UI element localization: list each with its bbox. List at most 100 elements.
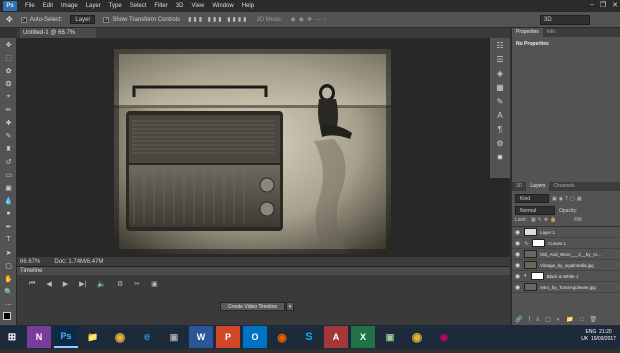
layer-row[interactable]: ◉ Layer 1	[512, 227, 620, 238]
quick-select-tool-icon[interactable]: ❂	[0, 77, 17, 90]
word-icon[interactable]: W	[189, 326, 213, 348]
windows-start-icon[interactable]: ⊞	[0, 326, 24, 348]
adjustments-icon[interactable]: ☰	[490, 52, 510, 66]
workspace-select[interactable]: 3D	[540, 15, 590, 25]
onenote-icon[interactable]: N	[27, 326, 51, 348]
lock-icons[interactable]: ▦✎✥🔒	[531, 217, 558, 223]
layer-filter-kind[interactable]: Kind	[515, 194, 549, 203]
tab-layers[interactable]: Layers	[526, 182, 550, 191]
blend-mode-dropdown[interactable]: Normal	[515, 206, 555, 215]
healing-brush-tool-icon[interactable]: ✚	[0, 116, 17, 129]
gradient-tool-icon[interactable]: ▣	[0, 181, 17, 194]
audio-icon[interactable]: 🔈	[97, 280, 106, 288]
chrome-icon[interactable]: ◉	[108, 326, 132, 348]
styles-icon[interactable]: ⚙	[490, 136, 510, 150]
clone-stamp-tool-icon[interactable]: ♜	[0, 142, 17, 155]
publisher-icon[interactable]: ▣	[378, 326, 402, 348]
filter-icons[interactable]: ▣◉T▢▦	[552, 196, 584, 202]
menu-layer[interactable]: Layer	[82, 3, 105, 9]
align-icons[interactable]: ▮▮▮ ▮▮▮ ▮▮▮▮	[188, 16, 248, 23]
blur-tool-icon[interactable]: 💧	[0, 194, 17, 207]
layer-row[interactable]: ◉ Vintage_by_sigalmedia.jpg	[512, 260, 620, 271]
visibility-eye-icon[interactable]: ◉	[515, 240, 521, 247]
excel-icon[interactable]: X	[351, 326, 375, 348]
zoom-tool-icon[interactable]: 🔍	[0, 285, 17, 298]
hand-tool-icon[interactable]: ✋	[0, 272, 17, 285]
menu-filter[interactable]: Filter	[150, 3, 171, 9]
outlook-icon[interactable]: O	[243, 326, 267, 348]
menu-image[interactable]: Image	[57, 3, 82, 9]
swatches-icon[interactable]: ▦	[490, 80, 510, 94]
visibility-eye-icon[interactable]: ◉	[515, 262, 521, 269]
type-tool-icon[interactable]: T	[0, 233, 17, 246]
3d-mode-icons[interactable]: ◉◉✥⇔▫	[290, 16, 329, 23]
move-tool-icon[interactable]: ✥	[6, 15, 13, 24]
next-frame-icon[interactable]: ▶|	[79, 280, 86, 288]
settings-icon[interactable]: ⚙	[117, 280, 123, 288]
minimize-icon[interactable]: –	[590, 1, 594, 9]
brush-tool-icon[interactable]: ✎	[0, 129, 17, 142]
shape-tool-icon[interactable]: ▢	[0, 259, 17, 272]
lasso-tool-icon[interactable]: ✿	[0, 64, 17, 77]
eyedropper-tool-icon[interactable]: ✏	[0, 103, 17, 116]
foreground-color-swatch[interactable]	[3, 312, 11, 320]
powerpoint-icon[interactable]: P	[216, 326, 240, 348]
color-icon[interactable]: ◈	[490, 66, 510, 80]
access-icon[interactable]: A	[324, 326, 348, 348]
vintage-photo-composite[interactable]	[114, 49, 391, 254]
first-frame-icon[interactable]: ⏮	[29, 280, 35, 288]
layer-row[interactable]: ◉ retro_by_TomsApplesee.jpg	[512, 282, 620, 293]
prev-frame-icon[interactable]: ◀	[46, 280, 51, 288]
show-transform-checkbox[interactable]: ✓ Show Transform Controls	[103, 16, 180, 23]
dodge-tool-icon[interactable]: ●	[0, 207, 17, 220]
menu-file[interactable]: File	[21, 3, 39, 9]
eraser-tool-icon[interactable]: ▭	[0, 168, 17, 181]
photoshop-taskbar-icon[interactable]: Ps	[54, 326, 78, 348]
tab-3d[interactable]: 3D	[512, 182, 526, 191]
path-select-tool-icon[interactable]: ➤	[0, 246, 17, 259]
visibility-eye-icon[interactable]: ◉	[515, 251, 521, 258]
media-icon[interactable]: ▣	[162, 326, 186, 348]
create-video-timeline-button[interactable]: Create Video Timeline	[220, 302, 285, 311]
skype-icon[interactable]: S	[297, 326, 321, 348]
menu-3d[interactable]: 3D	[172, 3, 188, 9]
tab-info[interactable]: Info	[543, 28, 559, 37]
close-icon[interactable]: ✕	[612, 1, 618, 9]
layer-row[interactable]: ◉ ∿ Curves 1	[512, 238, 620, 249]
move-tool-icon[interactable]: ✥	[0, 38, 17, 51]
menu-window[interactable]: Window	[208, 3, 237, 9]
system-tray[interactable]: ENG 21:20 UK 19/09/2017	[581, 329, 616, 343]
visibility-eye-icon[interactable]: ◉	[515, 229, 521, 236]
marquee-tool-icon[interactable]: ⬚	[0, 51, 17, 64]
character-icon[interactable]: A	[490, 108, 510, 122]
auto-select-target-dropdown[interactable]: Layer	[70, 15, 96, 24]
chevron-down-icon[interactable]: ▾	[286, 302, 294, 311]
zoom-level[interactable]: 66.67%	[20, 259, 40, 265]
visibility-eye-icon[interactable]: ◉	[515, 284, 521, 291]
history-icon[interactable]: ☷	[490, 38, 510, 52]
restore-icon[interactable]: ❐	[600, 1, 606, 9]
internet-explorer-icon[interactable]: e	[135, 326, 159, 348]
file-explorer-icon[interactable]: 📁	[81, 326, 105, 348]
language-indicator[interactable]: ENG	[586, 329, 597, 335]
firefox-icon[interactable]: ◉	[270, 326, 294, 348]
chrome-alt-icon[interactable]: ◉	[405, 326, 429, 348]
brush-presets-icon[interactable]: ✎	[490, 94, 510, 108]
menu-type[interactable]: Type	[105, 3, 126, 9]
history-brush-tool-icon[interactable]: ↺	[0, 155, 17, 168]
tab-channels[interactable]: Channels	[549, 182, 578, 191]
clone-source-icon[interactable]: ✹	[490, 150, 510, 164]
menu-select[interactable]: Select	[126, 3, 151, 9]
tab-properties[interactable]: Properties	[512, 28, 543, 37]
layers-footer-icons[interactable]: 🔗fx▢◐📁□🗑	[515, 316, 603, 323]
layer-row[interactable]: ◉ ◐ Black & White 1	[512, 271, 620, 282]
visibility-eye-icon[interactable]: ◉	[515, 273, 521, 280]
tray-app-icon[interactable]: ◉	[432, 326, 456, 348]
transition-icon[interactable]: ▣	[151, 280, 158, 288]
menu-view[interactable]: View	[187, 3, 208, 9]
auto-select-checkbox[interactable]: ✓ Auto-Select:	[20, 16, 62, 23]
layer-row[interactable]: ◉ Old_And_Worn___2__by_Ar...	[512, 249, 620, 260]
paragraph-icon[interactable]: ¶	[490, 122, 510, 136]
pen-tool-icon[interactable]: ✒	[0, 220, 17, 233]
play-icon[interactable]: ▶	[63, 280, 68, 288]
